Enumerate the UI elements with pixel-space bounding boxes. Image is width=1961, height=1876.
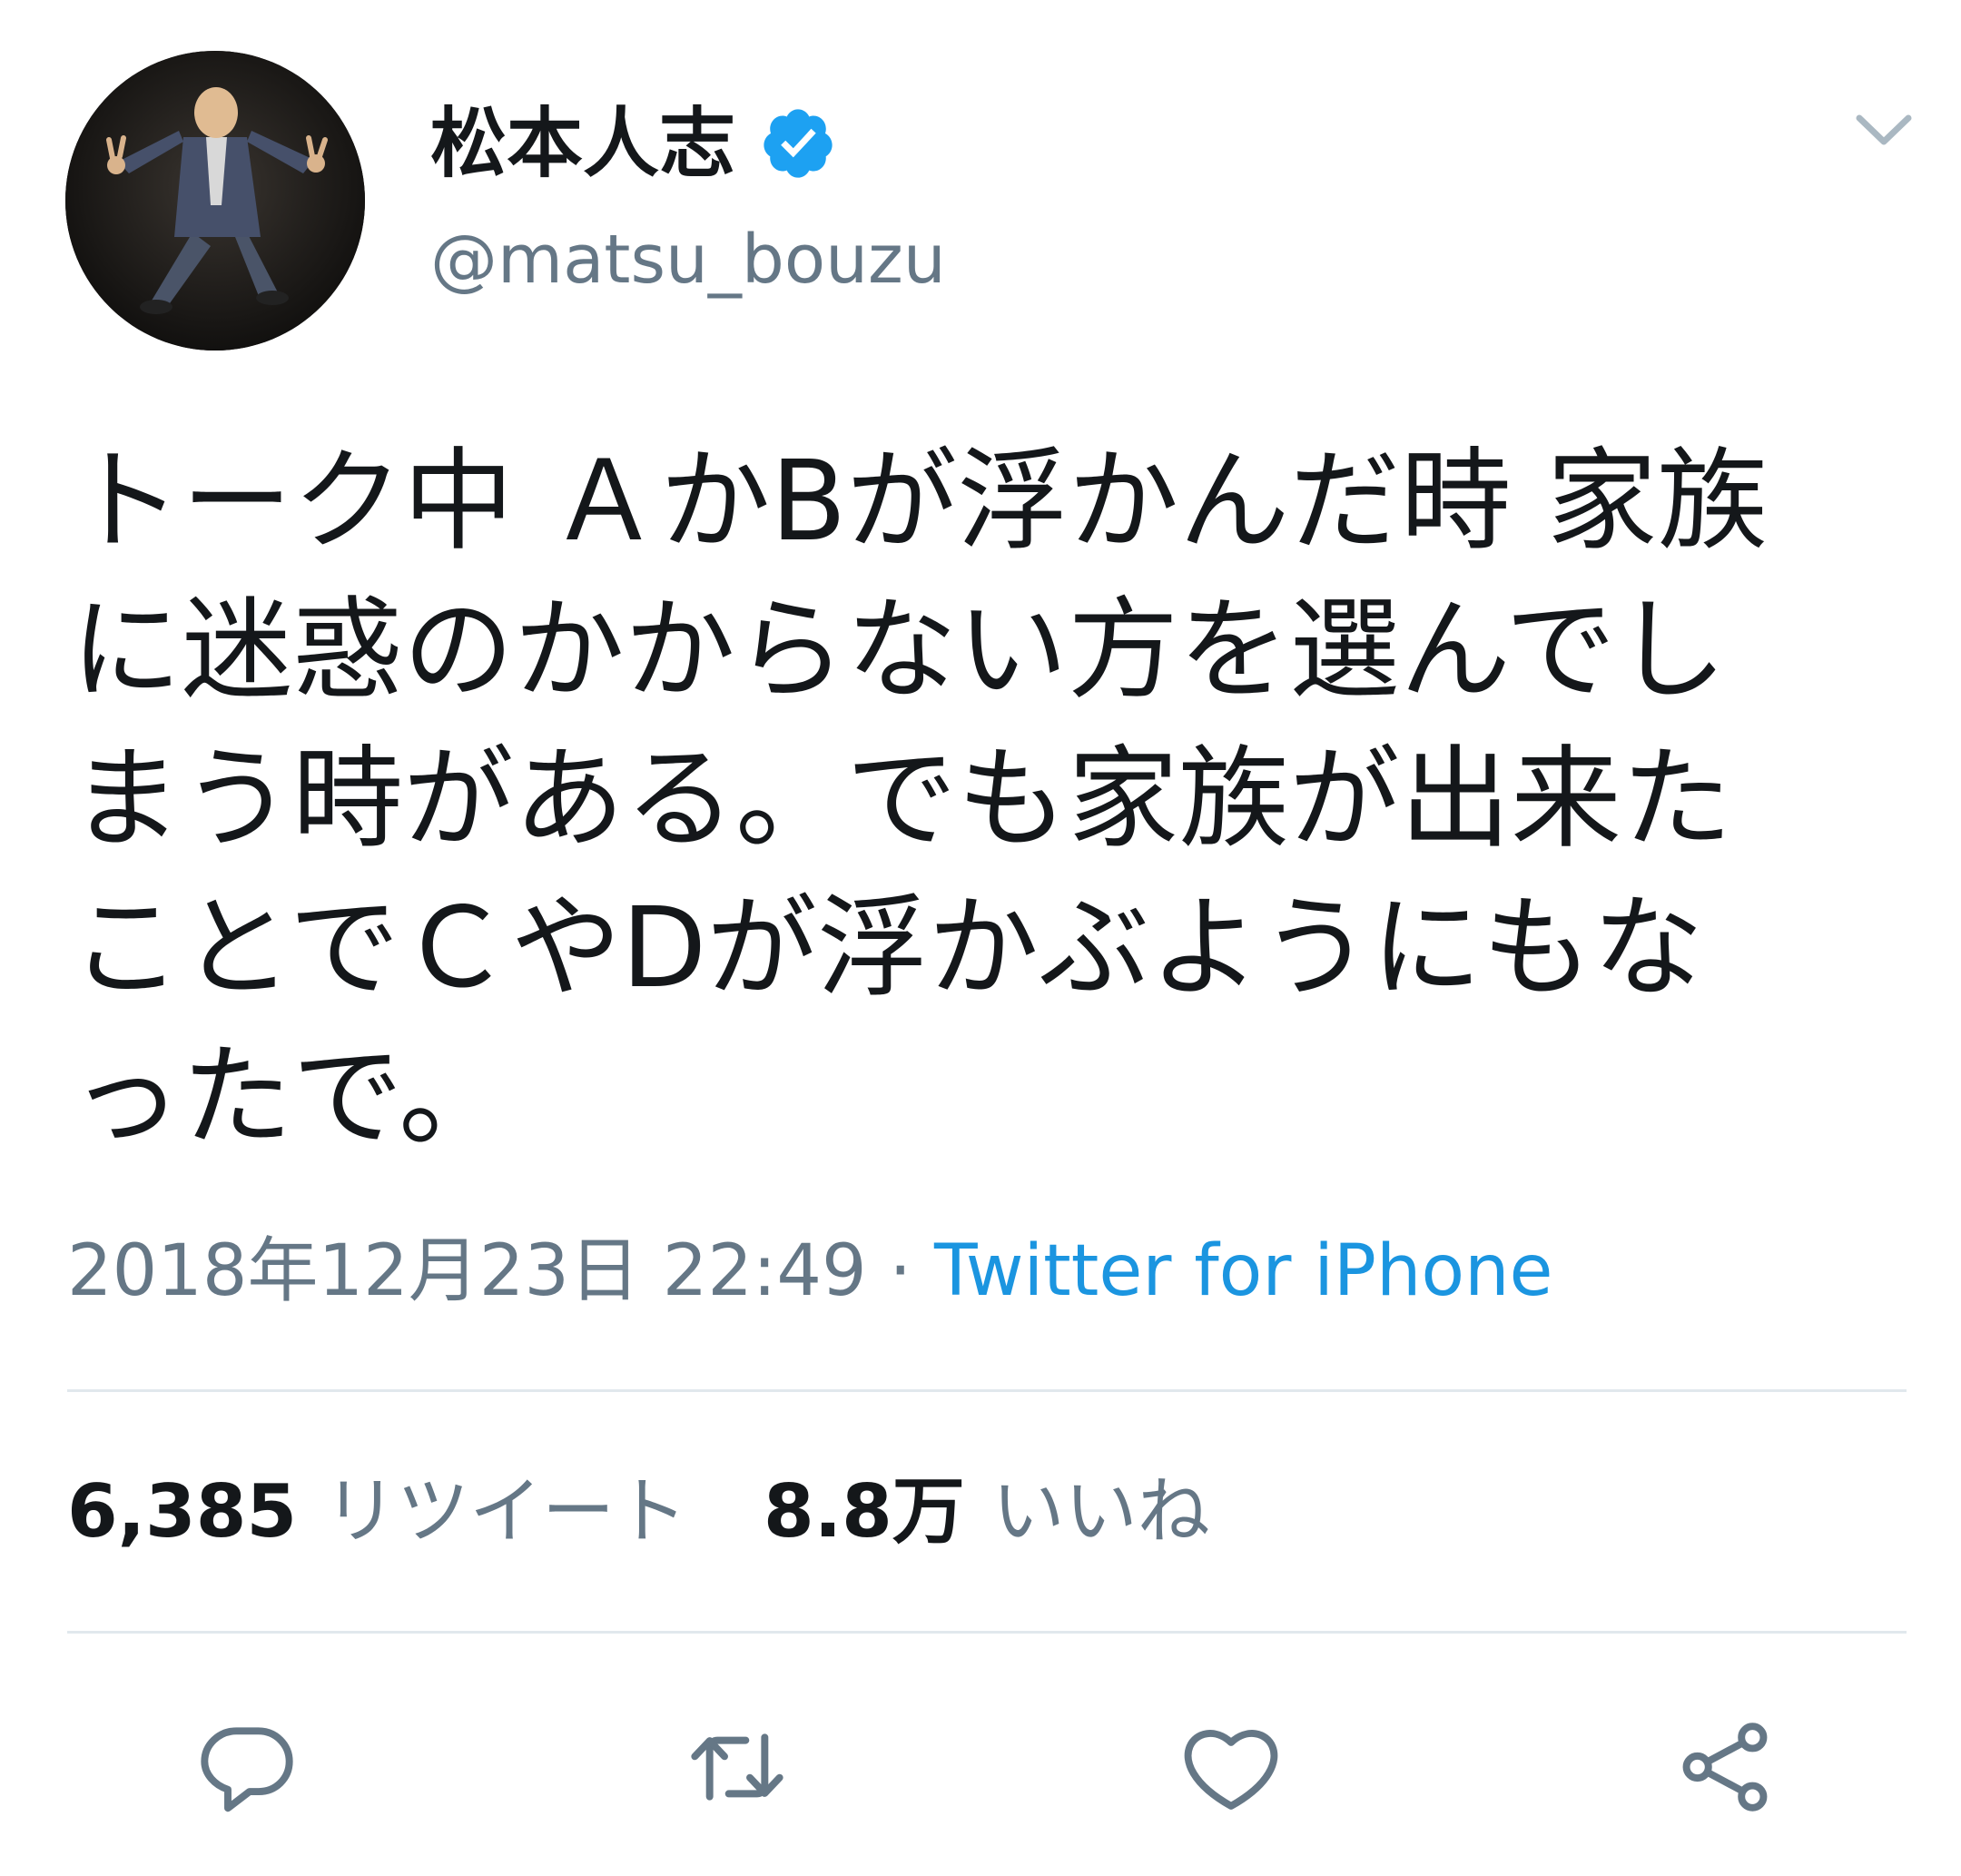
tweet-stats: 6,385 リツイート 8.8万 いいね [67,1462,1210,1562]
tweet-meta: 2018年12月23日 22:49 · Twitter for iPhone [67,1226,1553,1317]
user-handle[interactable]: @matsu_bouzu [430,214,946,305]
display-name[interactable]: 松本人志 [430,98,735,189]
share-button[interactable] [1670,1713,1779,1822]
meta-separator: · [866,1230,934,1312]
avatar-image [65,51,365,351]
tweet-timestamp[interactable]: 2018年12月23日 22:49 [67,1230,867,1312]
avatar[interactable] [65,51,365,351]
verified-badge-icon [764,109,833,178]
tweet-source[interactable]: Twitter for iPhone [934,1230,1553,1312]
reply-button[interactable] [192,1713,301,1822]
like-count[interactable]: 8.8万 [764,1462,965,1562]
retweet-label[interactable]: リツイート [324,1462,687,1562]
divider [67,1389,1907,1392]
tweet-text: トーク中 ＡかBが浮かんだ時 家族 に迷惑のかからない方を選んでし まう時がある… [71,437,1769,1161]
divider [67,1631,1907,1634]
like-label[interactable]: いいね [992,1462,1210,1562]
share-icon [1682,1723,1768,1812]
user-info: 松本人志 [430,98,837,189]
reply-icon [201,1727,293,1812]
chevron-down-icon[interactable] [1852,107,1916,153]
like-icon [1184,1730,1278,1810]
retweet-button[interactable] [683,1713,792,1822]
retweet-icon [691,1733,783,1801]
like-button[interactable] [1177,1713,1286,1822]
retweet-count[interactable]: 6,385 [67,1462,297,1562]
